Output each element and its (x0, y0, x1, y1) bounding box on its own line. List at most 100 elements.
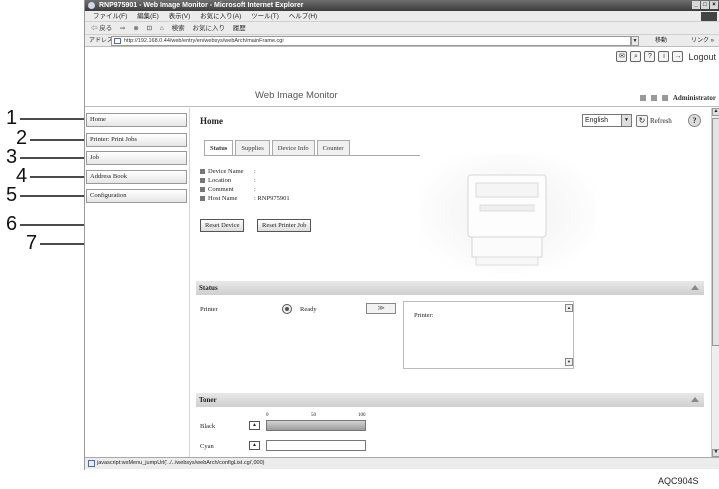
status-indicator-icon (282, 304, 292, 314)
status-detail-button[interactable]: ≫ (366, 303, 396, 314)
app-title: Web Image Monitor (255, 90, 338, 101)
callout-6: 6 (6, 213, 18, 235)
refresh-label[interactable]: Refresh (650, 117, 672, 125)
callout-5: 5 (6, 184, 18, 206)
scroll-up-icon[interactable]: ▲ (712, 108, 719, 116)
user-icon (661, 95, 668, 101)
toner-label-cyan: Cyan (200, 443, 214, 450)
info-icon[interactable]: i (658, 51, 670, 62)
close-icon[interactable]: × (710, 1, 718, 9)
printer-label: Printer (200, 306, 218, 313)
go-button[interactable]: 移動 (655, 35, 667, 47)
help-icon[interactable]: ? (688, 114, 701, 127)
favorites-button[interactable]: お気に入り (192, 25, 225, 32)
status-message-box[interactable]: Printer: ▲ ▼ (403, 301, 574, 369)
page-title: Home (200, 116, 223, 126)
ie-icon (88, 2, 95, 9)
language-value: English (585, 117, 608, 124)
envelope-icon[interactable]: ✉ (616, 51, 628, 62)
menu-edit[interactable]: 編集(E) (137, 13, 159, 20)
page-icon (114, 38, 121, 44)
minimize-icon[interactable]: _ (692, 1, 700, 9)
browser-status-bar: javascript:wsMenu_jumpUrl('../../websys/… (85, 457, 719, 469)
address-bar: アドレス(D) http://192.168.0.44/web/entry/en… (85, 35, 719, 47)
logout-icon[interactable]: → (672, 51, 684, 62)
info-row-host-name: Host Name: RNP975901 (200, 194, 290, 203)
menu-item-address-book[interactable]: Address Book (86, 170, 187, 184)
language-select[interactable]: English ▼ (582, 114, 632, 127)
url-dropdown-icon[interactable]: ▼ (631, 36, 639, 46)
search-icon[interactable]: ⌕ (630, 51, 642, 62)
wim-header: ✉ ⌕ ? i → Logout Web Image Monitor Admin… (85, 48, 719, 108)
url-text: http://192.168.0.44/web/entry/en/websys/… (124, 38, 284, 44)
user-name: Administrator (672, 94, 716, 102)
chevron-down-icon[interactable]: ▼ (621, 115, 631, 126)
scroll-up-icon[interactable]: ▲ (565, 304, 573, 312)
menu-item-job[interactable]: Job (86, 151, 187, 165)
status-message-text: Printer: (414, 312, 434, 319)
callout-7: 7 (26, 232, 38, 254)
tab-status[interactable]: Status (204, 140, 234, 155)
collapse-icon[interactable] (691, 397, 699, 402)
forward-button[interactable]: ⇨ (120, 25, 125, 32)
status-panel: Status Printer Ready ≫ Printer: ▲ ▼ (196, 281, 704, 391)
info-row-comment: Comment: (200, 185, 290, 194)
refresh-icon[interactable]: ↻ (636, 114, 648, 127)
printer-image (420, 153, 595, 273)
menu-view[interactable]: 表示(V) (169, 13, 191, 20)
printer-state: Ready (300, 306, 317, 313)
menu-item-home[interactable]: Home (86, 113, 187, 127)
callout-4: 4 (16, 165, 28, 187)
maximize-icon[interactable]: □ (701, 1, 709, 9)
toner-cyan-icon: ▲ (249, 441, 260, 450)
toner-fill-black (267, 421, 365, 430)
page-status-icon (88, 460, 95, 467)
header-divider (85, 106, 719, 107)
toner-label-black: Black (200, 423, 216, 430)
left-menu: Home Printer: Print Jobs Job Address Boo… (85, 108, 188, 457)
tab-counter[interactable]: Counter (316, 140, 350, 155)
toner-panel: Toner 0 50 100 Black ▲ Cyan ▲ (196, 393, 704, 457)
main-content: Home English ▼ ↻ Refresh ? Status Suppli… (189, 108, 711, 457)
help-icon[interactable]: ? (644, 51, 656, 62)
scroll-down-icon[interactable]: ▼ (565, 358, 573, 366)
menu-favorites[interactable]: お気に入り(A) (200, 13, 241, 20)
url-field[interactable]: http://192.168.0.44/web/entry/en/websys/… (111, 36, 631, 46)
status-panel-header: Status (196, 281, 704, 295)
info-row-device-name: Device Name: (200, 167, 290, 176)
toner-bar-black (266, 420, 366, 431)
scroll-down-icon[interactable]: ▼ (712, 449, 719, 457)
reset-printer-job-button[interactable]: Reset Printer Job (257, 219, 312, 232)
menu-item-configuration[interactable]: Configuration (86, 189, 187, 203)
user-group-icon (650, 95, 657, 101)
printer-illustration (467, 174, 547, 266)
browser-toolbar: ⇦ 戻る ⇨ ⊗ ⊡ ⌂ 検索 お気に入り 履歴 (85, 22, 719, 35)
vertical-scrollbar[interactable]: ▲ ▼ (711, 108, 719, 457)
toner-bar-cyan (266, 440, 366, 451)
refresh-page-button[interactable]: ⊡ (147, 25, 152, 32)
home-page-button[interactable]: ⌂ (160, 25, 164, 32)
collapse-icon[interactable] (691, 285, 699, 290)
browser-window: RNP975901 - Web Image Monitor - Microsof… (84, 0, 719, 470)
refresh-button[interactable]: ↻ Refresh (636, 114, 672, 127)
back-button[interactable]: ⇦ 戻る (91, 25, 112, 32)
menu-item-print-jobs[interactable]: Printer: Print Jobs (86, 133, 187, 147)
user-tool-icon (639, 95, 646, 101)
logout-link[interactable]: Logout (688, 52, 716, 62)
menu-tools[interactable]: ツール(T) (251, 13, 279, 20)
menu-help[interactable]: ヘルプ(H) (289, 13, 318, 20)
stop-button[interactable]: ⊗ (133, 25, 138, 32)
callout-2: 2 (16, 127, 28, 149)
links-button[interactable]: リンク » (691, 35, 714, 47)
tab-supplies[interactable]: Supplies (235, 140, 270, 155)
history-button[interactable]: 履歴 (233, 25, 246, 32)
tab-device-info[interactable]: Device Info (271, 140, 315, 155)
status-bar-text: javascript:wsMenu_jumpUrl('../../websys/… (97, 460, 265, 466)
info-row-location: Location: (200, 176, 290, 185)
search-button[interactable]: 検索 (172, 25, 185, 32)
scroll-thumb[interactable] (712, 118, 719, 346)
menu-file[interactable]: ファイル(F) (93, 13, 127, 20)
reset-device-button[interactable]: Reset Device (200, 219, 245, 232)
figure-caption: AQC904S (658, 476, 699, 486)
toner-panel-header: Toner (196, 393, 704, 407)
